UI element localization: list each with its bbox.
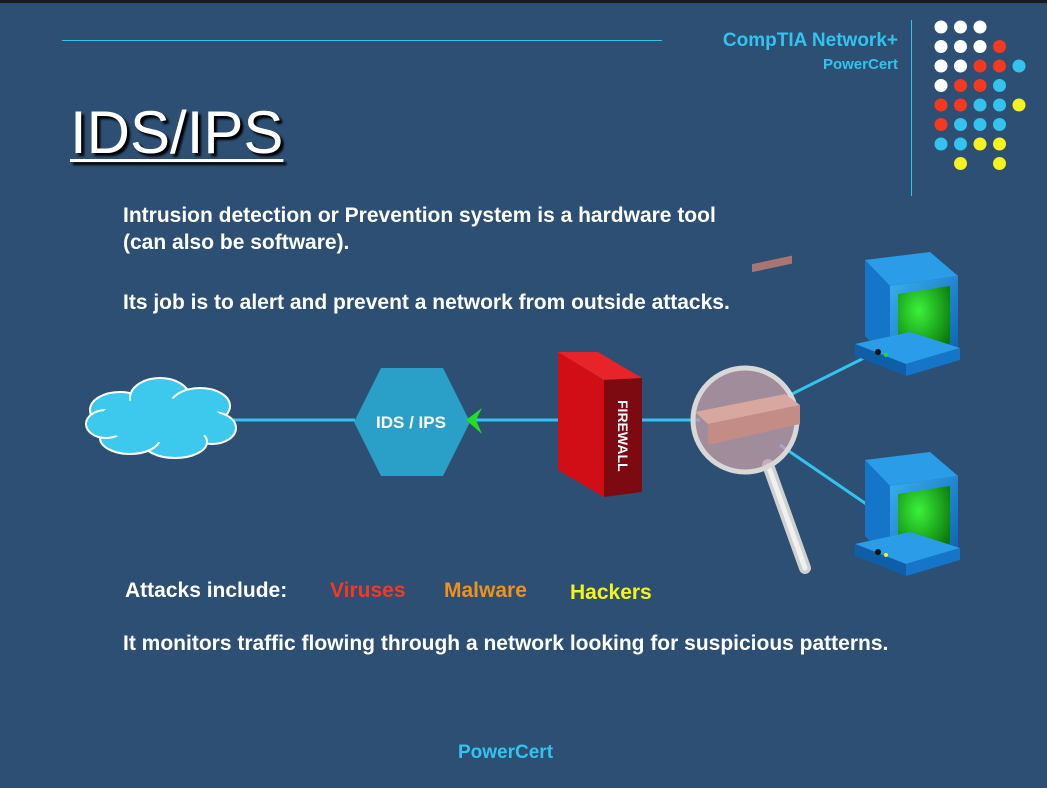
- computer-icon: [855, 452, 960, 576]
- network-switch-icon: [695, 255, 800, 445]
- footer-brand: PowerCert: [458, 742, 554, 763]
- attack-hackers: Hackers: [570, 581, 652, 604]
- computer-icon: [855, 252, 960, 376]
- magnifier-icon: [690, 255, 811, 574]
- monitoring-paragraph: It monitors traffic flowing through a ne…: [123, 632, 889, 655]
- ids-ips-label: IDS / IPS: [376, 413, 446, 432]
- attacks-label: Attacks include:: [125, 579, 288, 602]
- network-diagram: IDS / IPS FIREWALL: [85, 252, 960, 576]
- internet-cloud-icon: [85, 377, 237, 459]
- firewall-label: FIREWALL: [615, 400, 631, 472]
- attack-viruses: Viruses: [330, 579, 406, 602]
- attack-malware: Malware: [444, 579, 527, 602]
